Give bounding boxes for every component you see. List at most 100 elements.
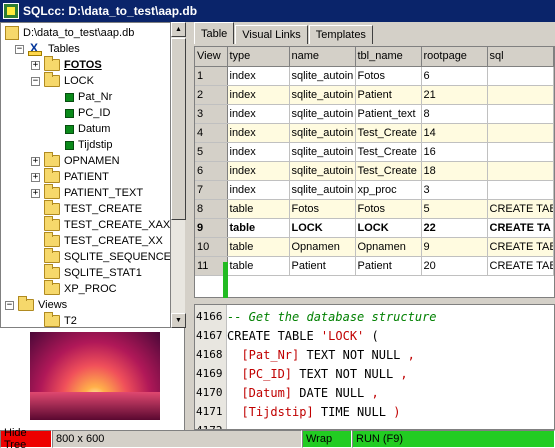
table-cell[interactable]: Opnamen — [355, 237, 422, 257]
tree-table-sqlite_stat1[interactable]: SQLITE_STAT1 — [44, 264, 142, 281]
table-cell[interactable]: table — [227, 199, 290, 219]
run-button[interactable]: RUN (F9) — [352, 430, 555, 448]
tree-tables-node[interactable]: − X Tables — [15, 41, 80, 57]
table-row[interactable]: 5 index sqlite_autoin Test_Create 16 — [195, 142, 554, 162]
table-cell[interactable]: Fotos — [289, 199, 356, 219]
table-cell[interactable]: 16 — [421, 142, 488, 162]
hide-tree-button[interactable]: Hide Tree — [0, 427, 52, 448]
expand-icon[interactable]: + — [31, 60, 40, 70]
table-cell[interactable]: 21 — [421, 85, 488, 105]
table-cell[interactable]: Fotos — [355, 199, 422, 219]
column-header-name[interactable]: name — [289, 47, 356, 67]
table-row[interactable]: 6 index sqlite_autoin Test_Create 18 — [195, 161, 554, 181]
table-cell[interactable]: sqlite_autoin — [289, 180, 356, 200]
table-cell[interactable]: Test_Create — [355, 142, 422, 162]
tree-table-patient_text[interactable]: + PATIENT_TEXT — [31, 184, 143, 201]
table-cell[interactable]: Test_Create — [355, 123, 422, 143]
tab-templates[interactable]: Templates — [308, 25, 373, 44]
table-cell[interactable]: CREATE TAB — [487, 256, 554, 276]
tab-table[interactable]: Table — [194, 22, 235, 44]
table-cell[interactable] — [487, 180, 554, 200]
table-cell[interactable]: LOCK — [289, 218, 356, 238]
scroll-up-arrow-icon[interactable]: ▲ — [171, 22, 186, 37]
table-row[interactable]: 11 table Patient Patient 20 CREATE TAB — [195, 256, 554, 276]
scroll-down-arrow-icon[interactable]: ▼ — [171, 313, 186, 328]
tree-table-lock[interactable]: − LOCK — [31, 72, 94, 89]
column-header-tbl_name[interactable]: tbl_name — [355, 47, 422, 67]
table-cell[interactable]: index — [227, 161, 290, 181]
table-cell[interactable]: Patient — [355, 256, 422, 276]
tree-column-pc_id[interactable]: PC_ID — [65, 105, 110, 121]
table-cell[interactable]: 18 — [421, 161, 488, 181]
tree-column-tijdstip[interactable]: Tijdstip — [65, 137, 112, 153]
data-grid[interactable]: View type name tbl_name rootpage sql 1 index sql… — [194, 46, 555, 298]
collapse-icon[interactable]: − — [5, 300, 14, 310]
table-row[interactable]: 1 index sqlite_autoin Fotos 6 — [195, 66, 554, 86]
tree-table-test_create_xx[interactable]: TEST_CREATE_XX — [44, 232, 163, 249]
tree-table-fotos[interactable]: + FOTOS — [31, 56, 102, 73]
table-cell[interactable]: Opnamen — [289, 237, 356, 257]
expand-icon[interactable]: + — [31, 188, 40, 198]
table-cell[interactable]: 8 — [421, 104, 488, 124]
sql-editor[interactable]: 4166 -- Get the database structure 4167 CRE… — [194, 304, 555, 430]
table-cell[interactable]: sqlite_autoin — [289, 161, 356, 181]
table-cell[interactable] — [487, 104, 554, 124]
table-cell[interactable]: index — [227, 104, 290, 124]
tree-column-pat_nr[interactable]: Pat_Nr — [65, 89, 112, 105]
collapse-icon[interactable]: − — [15, 44, 24, 54]
table-cell[interactable]: Patient — [289, 256, 356, 276]
database-tree[interactable]: D:\data_to_test\aap.db − X Tables + FOTOS − LOC… — [0, 22, 170, 328]
expand-icon[interactable]: + — [31, 156, 40, 166]
table-row[interactable]: 9 table LOCK LOCK 22 CREATE TA — [195, 218, 554, 238]
table-cell[interactable]: 3 — [421, 180, 488, 200]
table-cell[interactable]: CREATE TA — [487, 218, 554, 238]
tree-table-sqlite_sequence[interactable]: SQLITE_SEQUENCE — [44, 248, 170, 265]
table-cell[interactable] — [487, 123, 554, 143]
table-cell[interactable]: 5 — [421, 199, 488, 219]
table-row[interactable]: 4 index sqlite_autoin Test_Create 14 — [195, 123, 554, 143]
table-cell[interactable]: Test_Create — [355, 161, 422, 181]
table-cell[interactable]: 22 — [421, 218, 488, 238]
wrap-toggle[interactable]: Wrap — [302, 430, 352, 448]
table-row[interactable]: 3 index sqlite_autoin Patient_text 8 — [195, 104, 554, 124]
table-cell[interactable] — [487, 142, 554, 162]
splitter-marker[interactable] — [223, 262, 228, 298]
tree-root[interactable]: D:\data_to_test\aap.db — [5, 25, 134, 41]
tab-visual-links[interactable]: Visual Links — [235, 25, 308, 44]
column-header-rootpage[interactable]: rootpage — [421, 47, 488, 67]
tree-table-xp_proc[interactable]: XP_PROC — [44, 280, 117, 297]
table-cell[interactable]: table — [227, 256, 290, 276]
table-row[interactable]: 8 table Fotos Fotos 5 CREATE TAB — [195, 199, 554, 219]
table-cell[interactable]: Patient_text — [355, 104, 422, 124]
table-cell[interactable] — [487, 161, 554, 181]
table-cell[interactable]: sqlite_autoin — [289, 85, 356, 105]
table-cell[interactable]: 9 — [421, 237, 488, 257]
table-cell[interactable]: index — [227, 142, 290, 162]
tree-table-test_create_xax[interactable]: TEST_CREATE_XAX — [44, 216, 170, 233]
table-cell[interactable]: sqlite_autoin — [289, 66, 356, 86]
table-cell[interactable]: index — [227, 85, 290, 105]
tree-table-patient[interactable]: + PATIENT — [31, 168, 109, 185]
table-cell[interactable]: table — [227, 218, 290, 238]
table-cell[interactable]: index — [227, 123, 290, 143]
table-cell[interactable]: 20 — [421, 256, 488, 276]
table-cell[interactable]: 14 — [421, 123, 488, 143]
table-cell[interactable]: index — [227, 66, 290, 86]
table-cell[interactable] — [487, 66, 554, 86]
table-cell[interactable]: LOCK — [355, 218, 422, 238]
table-cell[interactable]: Patient — [355, 85, 422, 105]
collapse-icon[interactable]: − — [31, 76, 40, 86]
column-header-sql[interactable]: sql — [487, 47, 554, 67]
table-cell[interactable]: sqlite_autoin — [289, 123, 356, 143]
tree-views-node[interactable]: − Views — [5, 296, 67, 313]
tree-table-opnamen[interactable]: + OPNAMEN — [31, 152, 120, 169]
table-cell[interactable] — [487, 85, 554, 105]
table-row[interactable]: 10 table Opnamen Opnamen 9 CREATE TAB — [195, 237, 554, 257]
table-cell[interactable]: Fotos — [355, 66, 422, 86]
table-cell[interactable]: sqlite_autoin — [289, 104, 356, 124]
column-header-type[interactable]: type — [227, 47, 290, 67]
table-row[interactable]: 2 index sqlite_autoin Patient 21 — [195, 85, 554, 105]
table-cell[interactable]: CREATE TAB — [487, 237, 554, 257]
table-row[interactable]: 7 index sqlite_autoin xp_proc 3 — [195, 180, 554, 200]
column-header-view[interactable]: View — [195, 47, 228, 67]
